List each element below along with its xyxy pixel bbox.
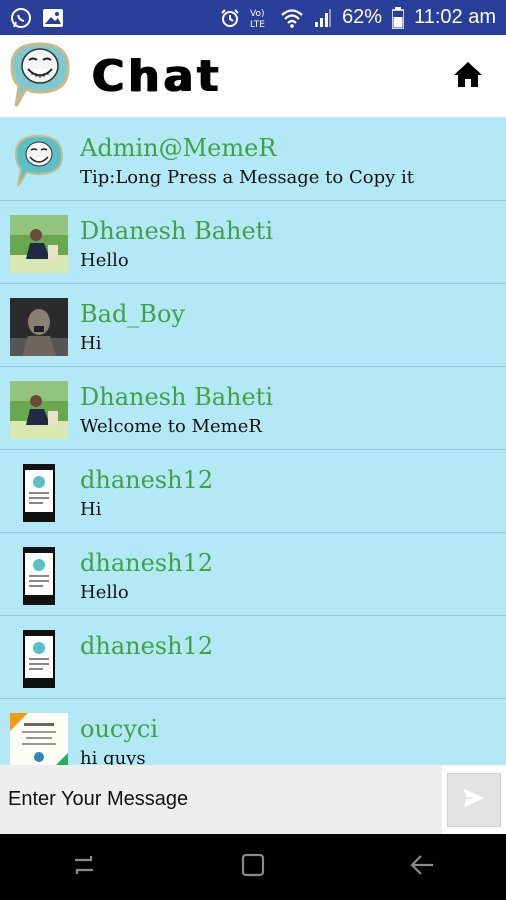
image-icon	[42, 8, 64, 28]
message-row[interactable]: Dhanesh Baheti Welcome to MemeR	[0, 367, 506, 450]
volte-icon: Vo) LTE	[250, 7, 270, 29]
sender-name: Bad_Boy	[80, 300, 185, 328]
memer-logo-icon	[2, 36, 82, 116]
home-nav-icon	[240, 852, 266, 882]
message-text: Welcome to MemeR	[80, 416, 262, 437]
home-nav-button[interactable]	[233, 847, 273, 887]
avatar	[10, 132, 68, 190]
sender-name: Dhanesh Baheti	[80, 217, 273, 245]
sender-name: dhanesh12	[80, 549, 214, 577]
avatar	[10, 381, 68, 439]
brand: Chat	[0, 36, 222, 116]
home-button[interactable]	[450, 58, 486, 94]
message-row[interactable]: Bad_Boy Hi	[0, 284, 506, 367]
recent-apps-icon	[71, 852, 97, 882]
alarm-icon	[220, 8, 240, 28]
compose-bar	[0, 765, 506, 834]
sender-name: dhanesh12	[80, 632, 214, 660]
back-button[interactable]	[402, 847, 442, 887]
whatsapp-icon	[10, 7, 32, 29]
message-row[interactable]: dhanesh12 Hi	[0, 450, 506, 533]
status-bar: Vo) LTE 62% 11:02 am	[0, 0, 506, 35]
message-text: hi guys	[80, 748, 146, 765]
message-text: Hello	[80, 250, 129, 271]
svg-text:LTE: LTE	[250, 20, 265, 29]
status-right: Vo) LTE 62% 11:02 am	[220, 6, 496, 29]
svg-text:Vo): Vo)	[250, 9, 264, 19]
signal-icon	[314, 8, 332, 28]
message-row[interactable]: dhanesh12 Hello	[0, 533, 506, 616]
send-button[interactable]	[447, 772, 501, 827]
message-text: Tip:Long Press a Message to Copy it	[80, 167, 414, 188]
sender-name: Dhanesh Baheti	[80, 383, 273, 411]
message-list[interactable]: Admin@MemeR Tip:Long Press a Message to …	[0, 118, 506, 765]
send-icon	[463, 788, 485, 812]
avatar	[10, 464, 68, 522]
message-input[interactable]	[0, 765, 442, 834]
status-left	[10, 7, 64, 29]
recent-apps-button[interactable]	[64, 847, 104, 887]
message-row[interactable]: Admin@MemeR Tip:Long Press a Message to …	[0, 118, 506, 201]
sender-name: dhanesh12	[80, 466, 214, 494]
message-row[interactable]: oucyci hi guys	[0, 699, 506, 765]
avatar	[10, 298, 68, 356]
message-row[interactable]: Dhanesh Baheti Hello	[0, 201, 506, 284]
app-title: Chat	[92, 50, 223, 102]
back-icon	[409, 852, 435, 882]
avatar	[10, 215, 68, 273]
avatar	[10, 713, 68, 765]
message-row[interactable]: dhanesh12	[0, 616, 506, 699]
sender-name: oucyci	[80, 715, 159, 743]
sender-name: Admin@MemeR	[80, 134, 277, 162]
avatar	[10, 547, 68, 605]
message-text: Hi	[80, 333, 102, 354]
battery-icon	[392, 6, 405, 29]
app-header: Chat	[0, 35, 506, 118]
message-text: Hello	[80, 582, 129, 603]
battery-percent: 62%	[342, 6, 383, 28]
avatar	[10, 630, 68, 688]
system-nav-bar	[0, 834, 506, 900]
wifi-icon	[280, 8, 304, 28]
home-icon	[453, 60, 483, 92]
status-time: 11:02 am	[414, 6, 496, 28]
message-text: Hi	[80, 499, 102, 520]
